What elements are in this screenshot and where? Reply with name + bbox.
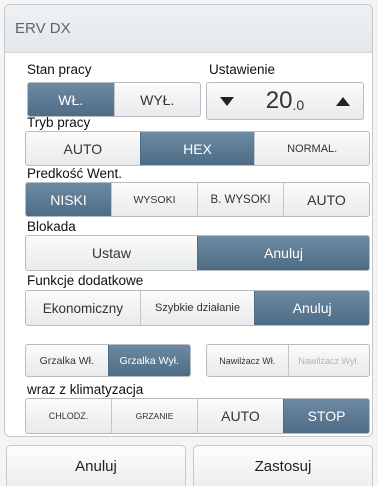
cancel-button[interactable]: Anuluj: [6, 445, 186, 486]
with-ac-cool-button[interactable]: CHLODZ.: [26, 399, 111, 433]
with-ac-toggle: CHLODZ. GRZANIE AUTO STOP: [25, 398, 370, 434]
with-ac-auto-button[interactable]: AUTO: [197, 399, 283, 433]
lock-cancel-button[interactable]: Anuluj: [197, 236, 369, 270]
setpoint-value: 20.0: [247, 83, 323, 119]
mode-label: Tryb pracy: [27, 115, 91, 130]
dialog-title: ERV DX: [5, 5, 372, 53]
operation-label: Stan pracy: [27, 62, 92, 77]
lock-toggle: Ustaw Anuluj: [25, 235, 370, 271]
economy-button[interactable]: Ekonomiczny: [26, 291, 140, 325]
humidifier-off-button: Nawilżacz Wył.: [287, 345, 370, 376]
setpoint-value-int: 20: [265, 87, 293, 114]
mode-toggle: AUTO HEX NORMAL.: [25, 131, 370, 166]
extra-cancel-button[interactable]: Anuluj: [254, 291, 369, 325]
with-ac-heat-button[interactable]: GRZANIE: [111, 399, 197, 433]
lock-label: Blokada: [27, 219, 76, 234]
operation-off-button[interactable]: WYŁ.: [113, 83, 201, 116]
operation-on-button[interactable]: WŁ.: [28, 83, 114, 116]
humidifier-on-button[interactable]: Nawilżacz Wł.: [207, 345, 288, 376]
quick-action-button[interactable]: Szybkie działanie: [139, 291, 255, 325]
fan-speed-label: Predkość Went.: [27, 166, 123, 181]
setpoint-value-dec: .0: [292, 97, 305, 113]
heater-on-button[interactable]: Grzalka Wł.: [26, 345, 108, 376]
triangle-up-icon: [336, 96, 350, 106]
with-ac-label: wraz z klimatyzacja: [27, 382, 144, 397]
mode-normal-button[interactable]: NORMAL.: [254, 132, 369, 165]
erv-settings-dialog: ERV DX Stan pracy WŁ. WYŁ. Ustawienie 20…: [4, 4, 373, 437]
fan-speed-high-button[interactable]: WYSOKI: [111, 183, 197, 216]
setpoint-decrease-button[interactable]: [207, 83, 247, 119]
mode-hex-button[interactable]: HEX: [139, 132, 255, 165]
heater-off-button[interactable]: Grzalka Wył.: [107, 345, 190, 376]
setpoint-increase-button[interactable]: [323, 83, 363, 119]
apply-button[interactable]: Zastosuj: [193, 445, 373, 486]
fan-speed-low-button[interactable]: NISKI: [26, 183, 111, 216]
extra-functions-toggle: Ekonomiczny Szybkie działanie Anuluj: [25, 290, 370, 326]
operation-toggle: WŁ. WYŁ.: [27, 82, 201, 117]
setpoint-control: 20.0: [206, 82, 364, 120]
heater-toggle: Grzalka Wł. Grzalka Wył.: [25, 344, 191, 377]
mode-auto-button[interactable]: AUTO: [26, 132, 140, 165]
triangle-down-icon: [220, 96, 234, 106]
fan-speed-very-high-button[interactable]: B. WYSOKI: [197, 183, 283, 216]
fan-speed-auto-button[interactable]: AUTO: [283, 183, 369, 216]
fan-speed-toggle: NISKI WYSOKI B. WYSOKI AUTO: [25, 182, 370, 217]
lock-set-button[interactable]: Ustaw: [26, 236, 197, 270]
with-ac-stop-button[interactable]: STOP: [283, 399, 369, 433]
extra-functions-label: Funkcje dodatkowe: [27, 273, 144, 288]
humidifier-toggle: Nawilżacz Wł. Nawilżacz Wył.: [206, 344, 370, 377]
setpoint-label: Ustawienie: [209, 62, 276, 77]
